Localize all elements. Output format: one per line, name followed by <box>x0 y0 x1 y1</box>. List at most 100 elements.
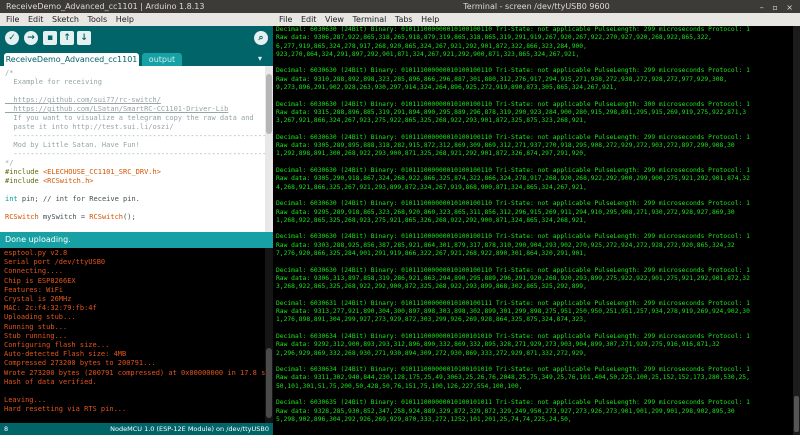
console-scrollbar[interactable] <box>265 248 273 423</box>
editor-scroll-thumb[interactable] <box>266 74 272 134</box>
term-menu-view[interactable]: View <box>325 15 344 24</box>
telegram-decoded-line: Decimal: 6030630 (24Bit) Binary: 0101110… <box>276 200 750 208</box>
telegram-decoded-line: Decimal: 6030634 (24Bit) Binary: 0101110… <box>276 332 750 340</box>
console-line: Wrote 273200 bytes (200791 compressed) a… <box>4 368 265 377</box>
telegram-raw-line: 9,273,896,291,902,928,263,930,297,914,32… <box>276 84 618 92</box>
telegram-raw-line: Raw data: 9295,289,918,865,323,268,920,8… <box>276 208 735 216</box>
arduino-footer: 8 NodeMCU 1.0 (ESP-12E Module) on /dev/t… <box>0 423 273 435</box>
code-type: RCSwitch <box>89 213 124 221</box>
console-line: Leaving... <box>4 396 47 405</box>
received-telegram: Decimal: 6030635 (24Bit) Binary: 0101110… <box>273 399 793 424</box>
editor-scrollbar[interactable] <box>265 66 273 232</box>
code-text: pin; // int for Receive pin. <box>17 195 140 203</box>
code-link[interactable]: https://github.com/LSatan/SmartRC-CC1101… <box>5 105 228 113</box>
telegram-decoded-line: Decimal: 6030634 (24Bit) Binary: 0101110… <box>276 366 750 374</box>
telegram-raw-line: Raw data: 9328,285,930,852,347,258,924,8… <box>276 407 735 415</box>
term-menu-file[interactable]: File <box>279 15 292 24</box>
telegram-decoded-line: Decimal: 6030630 (24Bit) Binary: 0101110… <box>276 67 750 75</box>
console-line: Hard resetting via RTS pin... <box>4 405 127 414</box>
terminal-output[interactable]: Decimal: 6030630 (24Bit) Binary: 0101110… <box>273 26 793 435</box>
received-telegram: Decimal: 6030630 (24Bit) Binary: 0101110… <box>273 233 793 258</box>
telegram-raw-line: 2,296,929,869,332,268,930,271,930,894,30… <box>276 349 587 357</box>
menu-file[interactable]: File <box>6 15 19 24</box>
telegram-raw-line: 1,276,898,891,304,299,927,273,929,872,30… <box>276 316 587 324</box>
tab-receivedemo[interactable]: ReceiveDemo_Advanced_cc1101 <box>4 53 139 66</box>
received-telegram: Decimal: 6030630 (24Bit) Binary: 0101110… <box>273 167 793 192</box>
telegram-raw-line: Raw data: 9303,288,925,856,387,285,921,8… <box>276 241 735 249</box>
board-port-info: NodeMCU 1.0 (ESP-12E Module) on /dev/tty… <box>110 425 269 433</box>
telegram-raw-line: 923,270,864,324,291,897,292,901,871,324,… <box>276 50 580 58</box>
console-line: MAC: 2c:f4:32:79:fb:4f <box>4 304 97 313</box>
term-menu-help[interactable]: Help <box>421 15 439 24</box>
telegram-raw-line: Raw data: 9306,313,897,858,319,286,921,8… <box>276 274 750 282</box>
term-menu-edit[interactable]: Edit <box>301 15 317 24</box>
telegram-raw-line: Raw data: 9292,312,900,893,293,312,896,8… <box>276 341 720 349</box>
code-link[interactable]: https://github.com/sui77/rc-switch/ <box>5 96 161 104</box>
tab-output[interactable]: output <box>142 53 182 66</box>
telegram-decoded-line: Decimal: 6030631 (24Bit) Binary: 0101110… <box>276 299 750 307</box>
menu-help[interactable]: Help <box>116 15 134 24</box>
tab-menu-chevron-down-icon[interactable]: ▾ <box>258 54 262 63</box>
telegram-raw-line: Raw data: 9305,290,918,867,324,268,922,8… <box>276 175 750 183</box>
term-menu-terminal[interactable]: Terminal <box>353 15 387 24</box>
telegram-raw-line: 7,276,920,866,325,284,901,291,919,866,32… <box>276 250 587 258</box>
telegram-raw-line: Raw data: 9313,277,921,890,304,300,897,8… <box>276 308 750 316</box>
code-type: int <box>5 195 18 203</box>
menu-sketch[interactable]: Sketch <box>52 15 79 24</box>
telegram-raw-line: 1,292,898,891,300,268,922,293,900,871,32… <box>276 150 587 158</box>
telegram-raw-line: Raw data: 9306,287,922,865,318,265,918,8… <box>276 34 712 42</box>
telegram-raw-line: 1,268,922,865,325,268,923,275,921,865,32… <box>276 216 587 224</box>
arduino-window: ReceiveDemo_Advanced_cc1101 | Arduino 1.… <box>0 0 273 435</box>
received-telegram: Decimal: 6030634 (24Bit) Binary: 0101110… <box>273 366 793 391</box>
console-line: Connecting.... <box>4 267 64 276</box>
received-telegram: Decimal: 6030630 (24Bit) Binary: 0101110… <box>273 267 793 292</box>
telegram-decoded-line: Decimal: 6030630 (24Bit) Binary: 0101110… <box>276 167 750 175</box>
new-sketch-button[interactable]: ▪ <box>43 31 57 45</box>
upload-button[interactable]: → <box>24 31 38 45</box>
code-type: RCSwitch <box>5 213 39 221</box>
console-line: Features: WiFi <box>4 285 64 294</box>
arduino-title-bar[interactable]: ReceiveDemo_Advanced_cc1101 | Arduino 1.… <box>0 0 273 13</box>
received-telegram: Decimal: 6030630 (24Bit) Binary: 0101110… <box>273 101 793 126</box>
telegram-decoded-line: Decimal: 6030630 (24Bit) Binary: 0101110… <box>276 100 750 108</box>
code-comment-line: Example for receiving <box>5 78 102 86</box>
code-comment-line: Mod by Little Satan. Have Fun! <box>5 141 140 149</box>
term-menu-tabs[interactable]: Tabs <box>395 15 413 24</box>
upload-status: Done uploading. <box>0 232 273 248</box>
code-include-keyword: #include <box>5 177 39 185</box>
console-output: esptool.py v2.8 Serial port /dev/ttyUSB0… <box>0 248 265 416</box>
console-line: Hash of data verified. <box>4 377 97 386</box>
telegram-raw-line: 4,268,921,866,325,267,921,293,899,872,32… <box>276 183 587 191</box>
telegram-raw-line: Raw data: 9315,288,896,885,319,291,894,8… <box>276 108 747 116</box>
code-text: (); <box>123 213 136 221</box>
verify-button[interactable]: ✓ <box>5 31 19 45</box>
terminal-scrollbar[interactable] <box>793 26 800 435</box>
code-editor[interactable]: /* Example for receiving https://github.… <box>0 66 265 232</box>
open-sketch-button[interactable]: ↑ <box>60 31 74 45</box>
console-line: esptool.py v2.8 <box>4 249 68 257</box>
line-number: 8 <box>4 425 9 433</box>
menu-edit[interactable]: Edit <box>28 15 44 24</box>
code-include-keyword: #include <box>5 168 39 176</box>
console-line: Stub running... <box>4 331 68 340</box>
terminal-window: Terminal - screen /dev/ttyUSB0 9600 – ▫ … <box>273 0 800 435</box>
received-telegram: Decimal: 6030630 (24Bit) Binary: 0101110… <box>273 26 793 59</box>
save-sketch-button[interactable]: ↓ <box>77 31 91 45</box>
telegram-decoded-line: Decimal: 6030635 (24Bit) Binary: 0101110… <box>276 399 750 407</box>
console-line: Serial port /dev/ttyUSB0 <box>4 258 106 267</box>
console-scroll-thumb[interactable] <box>266 348 272 418</box>
code-comment-line: paste it into http://test.sui.li/oszi/ <box>5 123 174 131</box>
terminal-title-bar[interactable]: Terminal - screen /dev/ttyUSB0 9600 – ▫ … <box>273 0 800 13</box>
sketch-tabbar: ReceiveDemo_Advanced_cc1101 output ▾ <box>0 50 273 66</box>
code-comment-line: */ <box>5 159 14 167</box>
telegram-raw-line: 6,277,919,865,324,278,917,268,920,865,32… <box>276 42 587 50</box>
terminal-scroll-thumb[interactable] <box>794 396 799 432</box>
received-telegram: Decimal: 6030634 (24Bit) Binary: 0101110… <box>273 333 793 358</box>
console-line: Running stub... <box>4 322 68 331</box>
code-text: mySwitch = <box>38 213 90 221</box>
menu-tools[interactable]: Tools <box>87 15 107 24</box>
received-telegram: Decimal: 6030630 (24Bit) Binary: 0101110… <box>273 200 793 225</box>
telegram-raw-line: 3,268,922,865,325,268,922,292,900,872,32… <box>276 283 587 291</box>
serial-monitor-button[interactable]: ⌕ <box>254 31 268 45</box>
telegram-decoded-line: Decimal: 6030630 (24Bit) Binary: 0101110… <box>276 266 750 274</box>
